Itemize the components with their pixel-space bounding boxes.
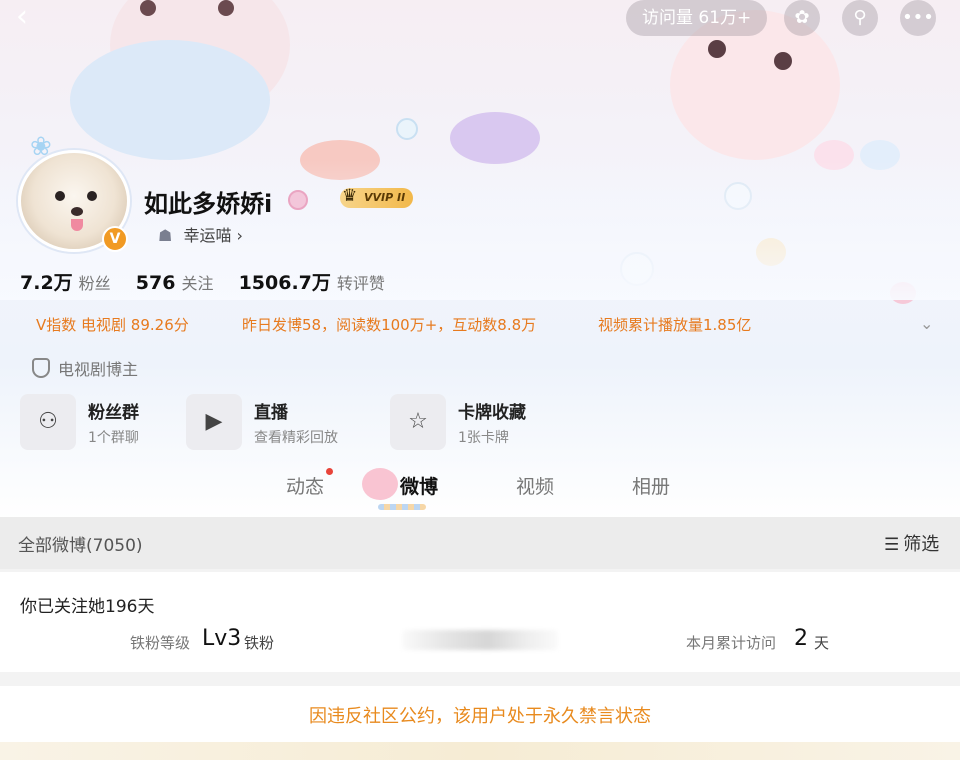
tab-album[interactable]: 相册: [632, 472, 670, 499]
stat-fans-value: 7.2万: [20, 272, 73, 294]
monthly-visit-label: 本月累计访问: [686, 634, 777, 652]
profile-tabs: 动态 微博 视频 相册: [0, 466, 960, 516]
live-tv-icon: ▶: [186, 394, 242, 450]
vvip-badge[interactable]: ♛ VVIP II: [340, 186, 414, 208]
avatar-eye: [87, 191, 97, 201]
avatar-nose: [71, 207, 83, 216]
crown-icon: ♛: [342, 186, 358, 206]
avatar-eye: [55, 191, 65, 201]
fan-info-card[interactable]: 你已关注她196天 铁粉等级 Lv3 铁粉 本月累计访问 2 天: [0, 572, 960, 672]
vvip-badge-label: VVIP II: [364, 191, 406, 204]
fan-level-label: 铁粉等级: [130, 634, 191, 652]
fan-level-sub: 铁粉: [244, 634, 275, 652]
stat-following-value: 576: [135, 272, 176, 294]
v-index: V指数 电视剧 89.26分: [36, 316, 189, 334]
avatar-frame-icon[interactable]: [288, 190, 308, 210]
verified-badge-icon: V: [102, 226, 128, 252]
monthly-visit-unit: 天: [814, 634, 830, 652]
stat-following[interactable]: 576 关注: [136, 270, 214, 294]
stat-interactions-label: 转评赞: [336, 274, 385, 293]
active-tab-indicator: [378, 504, 426, 510]
fan-level-value: Lv3: [202, 626, 242, 651]
top-bar: ‹ 访问量 61万+ ✿ ⚲ •••: [0, 0, 960, 40]
tab-weibo[interactable]: 微博: [400, 472, 438, 499]
ban-notice-card: 因违反社区公约，该用户处于永久禁言状态: [0, 686, 960, 742]
fan-group-icon: ⚇: [20, 394, 76, 450]
stat-interactions-value: 1506.7万: [238, 272, 331, 294]
lucky-cat-label: 幸运喵: [183, 226, 232, 245]
cat-icon: ☗: [158, 226, 173, 245]
tab-cloud-decoration-icon: [362, 468, 398, 500]
quick-entry-desc: 查看精彩回放: [254, 430, 338, 446]
tab-video[interactable]: 视频: [516, 472, 554, 499]
all-weibo-count[interactable]: 全部微博(7050): [18, 531, 143, 556]
yesterday-stats: 昨日发博58，阅读数100万+，互动数8.8万: [242, 316, 537, 334]
rabbit-icon[interactable]: ✿: [784, 0, 820, 36]
banner-eye: [708, 40, 726, 58]
stat-interactions[interactable]: 1506.7万 转评赞: [239, 268, 385, 295]
profile-stats: 7.2万 粉丝 576 关注 1506.7万 转评赞: [20, 268, 385, 295]
shield-icon: [32, 358, 50, 378]
blogger-tag-label: 电视剧博主: [58, 360, 139, 379]
blogger-tag: 电视剧博主: [32, 356, 138, 380]
bottom-strip: [0, 742, 960, 760]
lucky-cat-tag[interactable]: ☗ 幸运喵 ›: [150, 222, 253, 250]
filter-icon: ☰: [884, 535, 900, 555]
user-name: 如此多娇娇i: [144, 190, 273, 218]
followed-days: 你已关注她196天: [20, 597, 155, 617]
unread-dot: [326, 468, 333, 475]
avatar-tongue: [71, 219, 83, 231]
banner-eye: [774, 52, 792, 70]
ban-notice-text: 因违反社区公约，该用户处于永久禁言状态: [309, 706, 651, 727]
quick-entry-title: 直播: [254, 403, 288, 423]
blurred-content: [402, 630, 558, 650]
monthly-visit-value: 2: [794, 626, 808, 651]
quick-entry-title: 卡牌收藏: [458, 403, 526, 423]
banner-bubble: [396, 118, 418, 140]
quick-entry-desc: 1个群聊: [88, 430, 139, 446]
stat-following-label: 关注: [181, 274, 214, 293]
filter-label: 筛选: [903, 534, 940, 555]
banner-bunny-body: [70, 40, 270, 160]
feed-header: 全部微博(7050) ☰ 筛选: [0, 517, 960, 569]
quick-entry-title: 粉丝群: [88, 403, 139, 423]
stat-fans[interactable]: 7.2万 粉丝: [20, 268, 111, 295]
banner-fish: [450, 112, 540, 164]
tab-dynamics[interactable]: 动态: [286, 472, 324, 499]
search-icon[interactable]: ⚲: [842, 0, 878, 36]
video-plays: 视频累计播放量1.85亿: [598, 316, 752, 334]
visits-pill[interactable]: 访问量 61万+: [626, 0, 768, 36]
stat-fans-label: 粉丝: [78, 274, 111, 293]
quick-entry-desc: 1张卡牌: [458, 430, 509, 446]
chevron-down-icon[interactable]: ⌄: [920, 314, 933, 333]
card-collection-icon: ☆: [390, 394, 446, 450]
back-arrow-icon[interactable]: ‹: [16, 2, 44, 32]
filter-button[interactable]: ☰ 筛选: [884, 530, 939, 556]
more-icon[interactable]: •••: [900, 0, 936, 36]
chevron-right-icon: ›: [236, 226, 243, 245]
